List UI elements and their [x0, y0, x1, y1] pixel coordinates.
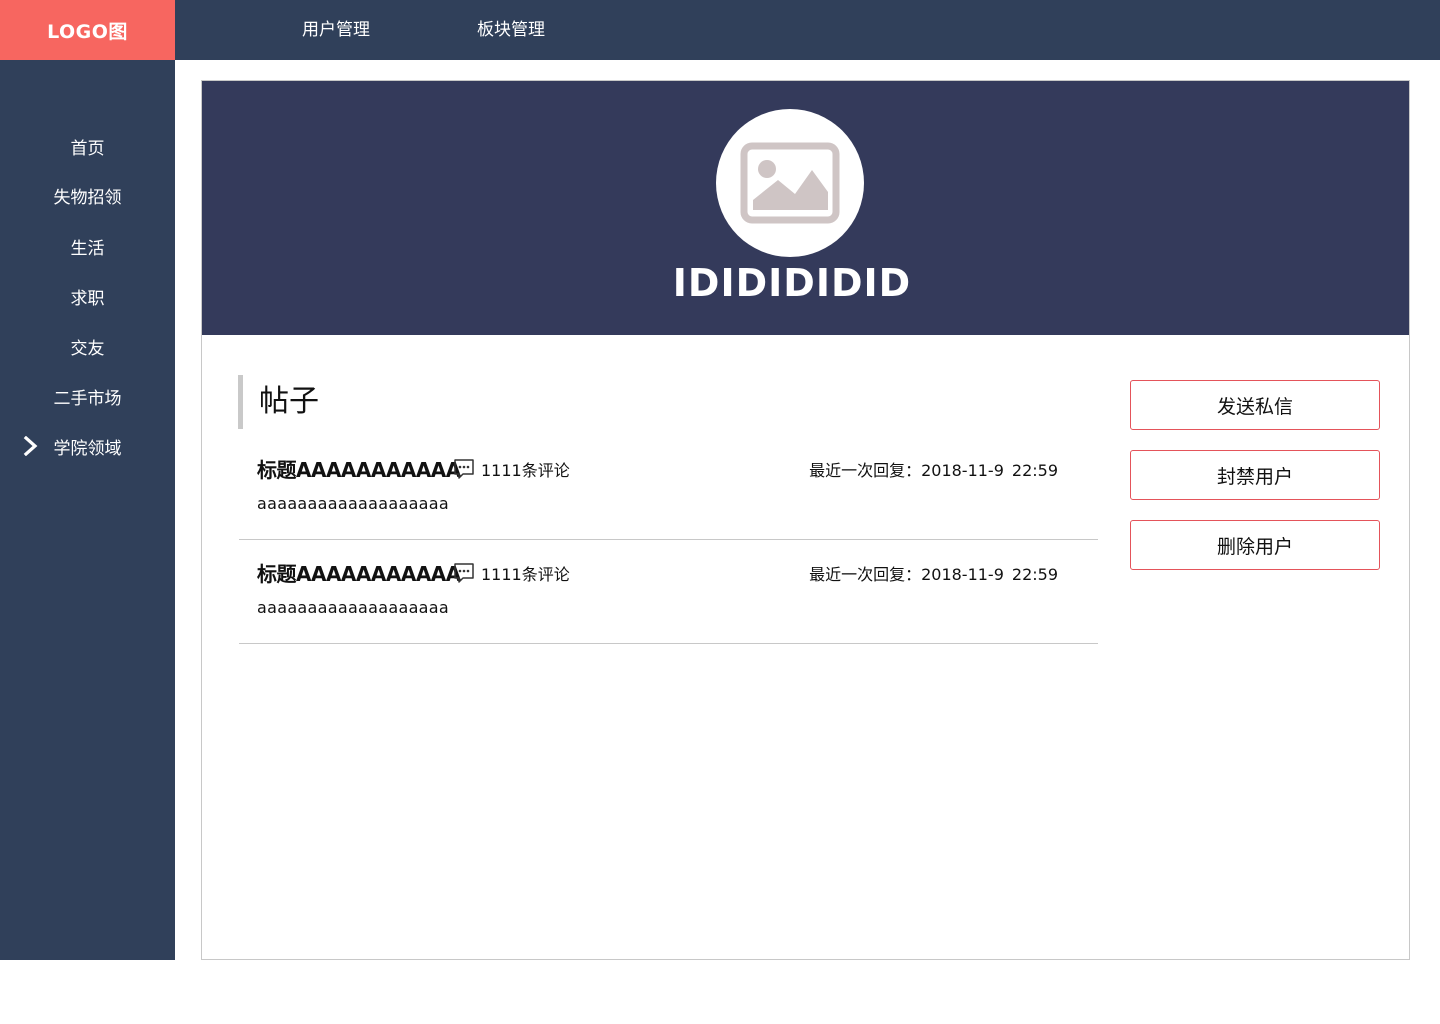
- sidebar-item-friends[interactable]: 交友: [0, 326, 175, 366]
- send-message-button[interactable]: 发送私信: [1130, 380, 1380, 430]
- sidebar-item-label: 二手市场: [53, 388, 122, 409]
- post-comments: 1111条评论: [453, 561, 570, 585]
- sidebar-item-lost-found[interactable]: 失物招领: [0, 175, 175, 215]
- post-comments: 1111条评论: [453, 457, 570, 481]
- list-item[interactable]: 标题AAAAAAAAAAA 1111条评论 最近一次回复：2018-11-9 22…: [239, 540, 1098, 644]
- sidebar-item-label: 交友: [70, 338, 105, 359]
- last-reply-label: 最近一次回复：2018-11-9: [809, 565, 1004, 584]
- delete-user-button[interactable]: 删除用户: [1130, 520, 1380, 570]
- post-title[interactable]: 标题AAAAAAAAAAA: [257, 558, 461, 587]
- last-reply-time: 22:59: [1011, 565, 1058, 584]
- last-reply-time: 22:59: [1011, 461, 1058, 480]
- comment-icon: [454, 563, 474, 583]
- profile-banner: IDIDIDIDID: [202, 81, 1409, 335]
- chevron-right-icon: [23, 436, 38, 456]
- profile-username: IDIDIDIDID: [672, 261, 912, 305]
- sidebar-item-label: 求职: [70, 288, 105, 309]
- topnav-user-management[interactable]: 用户管理: [302, 0, 370, 60]
- last-reply: 最近一次回复：2018-11-9 22:59: [809, 561, 1058, 585]
- page: LOGO图 用户管理 板块管理 首页 失物招领 生活 求职 交友 二手市场 学院…: [0, 0, 1440, 1024]
- top-nav-bar: 用户管理 板块管理: [175, 0, 1440, 60]
- post-title[interactable]: 标题AAAAAAAAAAA: [257, 454, 461, 483]
- sidebar-item-home[interactable]: 首页: [0, 126, 175, 166]
- post-excerpt: aaaaaaaaaaaaaaaaaaa: [257, 598, 449, 617]
- avatar: [716, 109, 864, 257]
- sidebar-item-label: 学院领域: [53, 438, 122, 459]
- posts-section-title: 帖子: [238, 375, 319, 429]
- image-placeholder-icon: [740, 142, 840, 224]
- last-reply-label: 最近一次回复：2018-11-9: [809, 461, 1004, 480]
- ban-user-button[interactable]: 封禁用户: [1130, 450, 1380, 500]
- sidebar-item-life[interactable]: 生活: [0, 226, 175, 266]
- comment-count: 1111条评论: [481, 461, 570, 480]
- sidebar-item-college[interactable]: 学院领域: [0, 426, 175, 466]
- user-profile-panel: IDIDIDIDID 帖子 标题AAAAAAAAAAA 1111条评论 最近一次…: [201, 80, 1410, 960]
- sidebar: 首页 失物招领 生活 求职 交友 二手市场 学院领域: [0, 60, 175, 960]
- post-excerpt: aaaaaaaaaaaaaaaaaaa: [257, 494, 449, 513]
- sidebar-item-jobs[interactable]: 求职: [0, 276, 175, 316]
- sidebar-item-label: 首页: [70, 138, 105, 159]
- sidebar-item-second-hand[interactable]: 二手市场: [0, 376, 175, 416]
- last-reply: 最近一次回复：2018-11-9 22:59: [809, 457, 1058, 481]
- comment-icon: [454, 459, 474, 479]
- list-item[interactable]: 标题AAAAAAAAAAA 1111条评论 最近一次回复：2018-11-9 22…: [239, 436, 1098, 540]
- sidebar-item-label: 失物招领: [53, 187, 122, 208]
- topnav-board-management[interactable]: 板块管理: [477, 0, 545, 60]
- logo[interactable]: LOGO图: [0, 0, 175, 60]
- comment-count: 1111条评论: [481, 565, 570, 584]
- sidebar-item-label: 生活: [70, 238, 105, 259]
- logo-text: LOGO图: [47, 20, 128, 43]
